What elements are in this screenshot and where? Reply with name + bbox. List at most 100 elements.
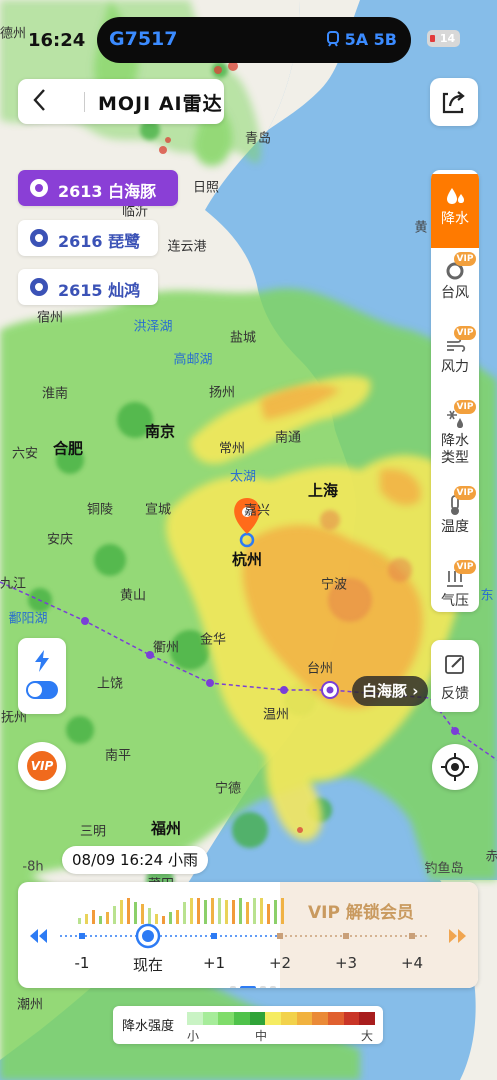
precip-bar [183,902,186,924]
precip-bar [162,916,165,924]
city-label: 宁德 [214,781,242,797]
time-tick[interactable]: +4 [401,954,423,972]
typhoon-label: 2616 琵鹭 [58,232,141,251]
battery-level: 14 [439,32,456,45]
precip-bar [148,908,151,924]
time-tick[interactable]: +3 [335,954,357,972]
city-label: 温州 [262,707,290,723]
layer-tool[interactable]: 降水类型 VIP [431,396,479,482]
precip-bar [113,906,116,924]
city-label: -8h [22,859,44,875]
city-label: 赤 [485,849,497,865]
layer-tool[interactable]: 降水 [431,174,479,248]
city-label: 宣城 [144,502,172,518]
precip-bar [134,902,137,924]
layer-tool[interactable]: 温度 VIP [431,482,479,556]
layer-toolbar: 降水 台风 VIP 风力 VIP 降水类型 VIP 温度 VIP 气压 VIP [431,170,479,612]
time-tick[interactable]: 现在 [133,954,163,975]
precip-bar [253,898,256,924]
typhoon-map-label[interactable]: 白海豚 › [352,676,429,706]
city-label: 东 [480,588,494,604]
lightning-icon [35,650,49,672]
typhoon-item[interactable]: 2616 琵鹭 [18,220,158,256]
precip-bar [127,898,130,924]
vip-chip: VIP [454,400,476,414]
typhoon-label: 2615 灿鸿 [58,281,141,300]
city-label: 宁波 [320,577,348,593]
city-label: 杭州 [231,550,263,569]
vip-chip: VIP [454,252,476,266]
vip-button[interactable]: VIP [18,742,66,790]
rewind-icon[interactable] [28,928,50,944]
city-label: 黄 [414,220,428,236]
layer-label: 温度 [441,519,469,535]
precip-bar [141,904,144,924]
precip-bar [232,900,235,924]
city-label: 淮南 [41,386,69,402]
timeline-track[interactable] [18,882,478,988]
locate-button[interactable] [432,744,478,790]
precip-bar [281,898,284,924]
typhoon-icon [30,229,48,247]
app-brand: MOJI AI雷达 [98,93,223,115]
city-label: 台州 [306,661,334,677]
typhoon-icon [30,179,48,197]
city-label: 铜陵 [86,502,114,518]
city-label: 合肥 [52,439,84,458]
city-label: 南通 [274,430,302,446]
precip-bar [120,900,123,924]
back-button[interactable] [30,87,50,119]
legend-high: 大 [361,1029,374,1043]
precip-bar [218,898,221,924]
current-time-label: 08/09 16:24 小雨 [62,846,208,874]
vip-chip: VIP [454,486,476,500]
city-label: 连云港 [167,239,207,255]
city-label: 高邮湖 [173,352,213,368]
time-tick[interactable]: +1 [203,954,225,972]
train-icon [326,31,339,47]
city-label: 福州 [150,819,182,838]
typhoon-label: 2613 白海豚 [58,182,157,201]
layer-label: 降水 [441,211,469,227]
precip-bar [99,916,102,924]
precip-bar [267,904,270,924]
vip-chip: VIP [454,560,476,574]
lightning-toggle[interactable] [26,681,58,699]
precip-bar [246,902,249,924]
city-label: 钓鱼岛 [424,861,464,877]
typhoon-item[interactable]: 2615 灿鸿 [18,269,158,305]
share-button[interactable] [430,78,478,126]
city-label: 南京 [144,422,176,441]
layer-tool[interactable]: 风力 VIP [431,322,479,396]
layer-tool[interactable]: 台风 VIP [431,248,479,322]
precip-bar [204,900,207,924]
time-tick[interactable]: +2 [269,954,291,972]
fast-forward-icon[interactable] [446,928,468,944]
vip-chip: VIP [454,326,476,340]
vip-badge: VIP [27,751,57,781]
dynamic-island[interactable]: G7517 5A 5B [97,17,411,63]
legend-mid: 中 [255,1029,268,1043]
city-label: 日照 [192,180,220,196]
feedback-button[interactable]: 反馈 [431,640,479,712]
city-label: 上海 [307,481,339,500]
layer-tool[interactable]: 气压 VIP [431,556,479,612]
page-dots [228,975,278,988]
timeline-panel: VIP 解锁会员 -1 现在 +1 +2 +3 +4 [18,882,478,988]
time-tick[interactable]: -1 [75,954,90,972]
city-label: 南平 [104,748,132,764]
edit-icon [445,655,464,674]
typhoon-icon [30,278,48,296]
typhoon-item[interactable]: 2613 白海豚 [18,170,178,206]
city-label: 洪泽湖 [133,319,173,335]
precip-bar [176,910,179,924]
precip-bar [78,918,81,924]
precip-bar [211,898,214,924]
city-label: 嘉兴 [243,503,271,519]
city-label: 青岛 [244,131,272,147]
divider [84,92,85,112]
city-label: 衢州 [152,640,180,656]
city-label: 三明 [79,824,107,840]
gate-label: 5A 5B [344,30,397,49]
train-number: G7517 [109,28,178,50]
